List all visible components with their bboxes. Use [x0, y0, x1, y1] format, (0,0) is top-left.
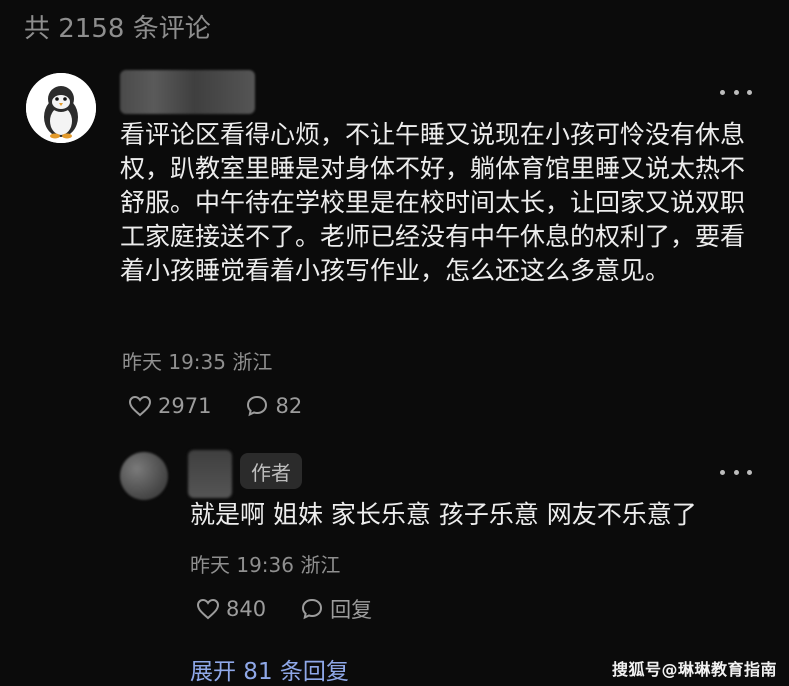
heart-outline-icon: [196, 598, 220, 620]
reply-reply-label: 回复: [330, 598, 373, 622]
username-redacted[interactable]: [120, 70, 255, 114]
reply-reply-button[interactable]: 回复: [300, 594, 372, 624]
reply-like-count: 840: [226, 597, 267, 621]
like-button[interactable]: 2971: [128, 394, 211, 418]
reply-user-avatar[interactable]: [120, 452, 168, 500]
more-dot: [747, 89, 752, 95]
reply-body: 就是啊 姐妹 家长乐意 孩子乐意 网友不乐意了: [190, 500, 697, 529]
expand-replies-link[interactable]: 展开 81 条回复: [190, 652, 349, 686]
speech-bubble-icon: [247, 395, 268, 417]
user-avatar[interactable]: [26, 73, 96, 143]
more-dot: [720, 469, 725, 475]
comment-body: 看评论区看得心烦，不让午睡又说现在小孩可怜没有休息权，趴教室里睡是对身体不好，躺…: [120, 120, 746, 285]
reply-actions: 840 回复: [196, 594, 406, 624]
watermark: 搜狐号@琳琳教育指南: [612, 660, 778, 679]
heart-outline-icon: [128, 395, 152, 417]
reply-count-button[interactable]: 82: [245, 394, 302, 418]
penguin-avatar-icon: [26, 73, 96, 143]
comment-time-location: 昨天 19:35 浙江: [122, 350, 273, 374]
reply-more-icon[interactable]: [720, 466, 752, 478]
more-dot: [733, 469, 739, 475]
reply-time-location: 昨天 19:36 浙江: [190, 553, 341, 577]
reply-like-button[interactable]: 840: [196, 597, 266, 621]
like-count: 2971: [158, 394, 212, 418]
more-icon[interactable]: [720, 86, 752, 98]
reply-username-redacted[interactable]: [188, 450, 232, 498]
reply-count: 82: [275, 394, 303, 418]
author-badge: 作者: [240, 453, 302, 489]
more-dot: [733, 89, 739, 95]
more-dot: [720, 89, 725, 95]
more-dot: [747, 469, 752, 475]
comment-actions: 2971 82: [128, 394, 336, 418]
comment-count-header: 共 2158 条评论: [24, 14, 211, 44]
speech-bubble-icon: [302, 598, 323, 620]
